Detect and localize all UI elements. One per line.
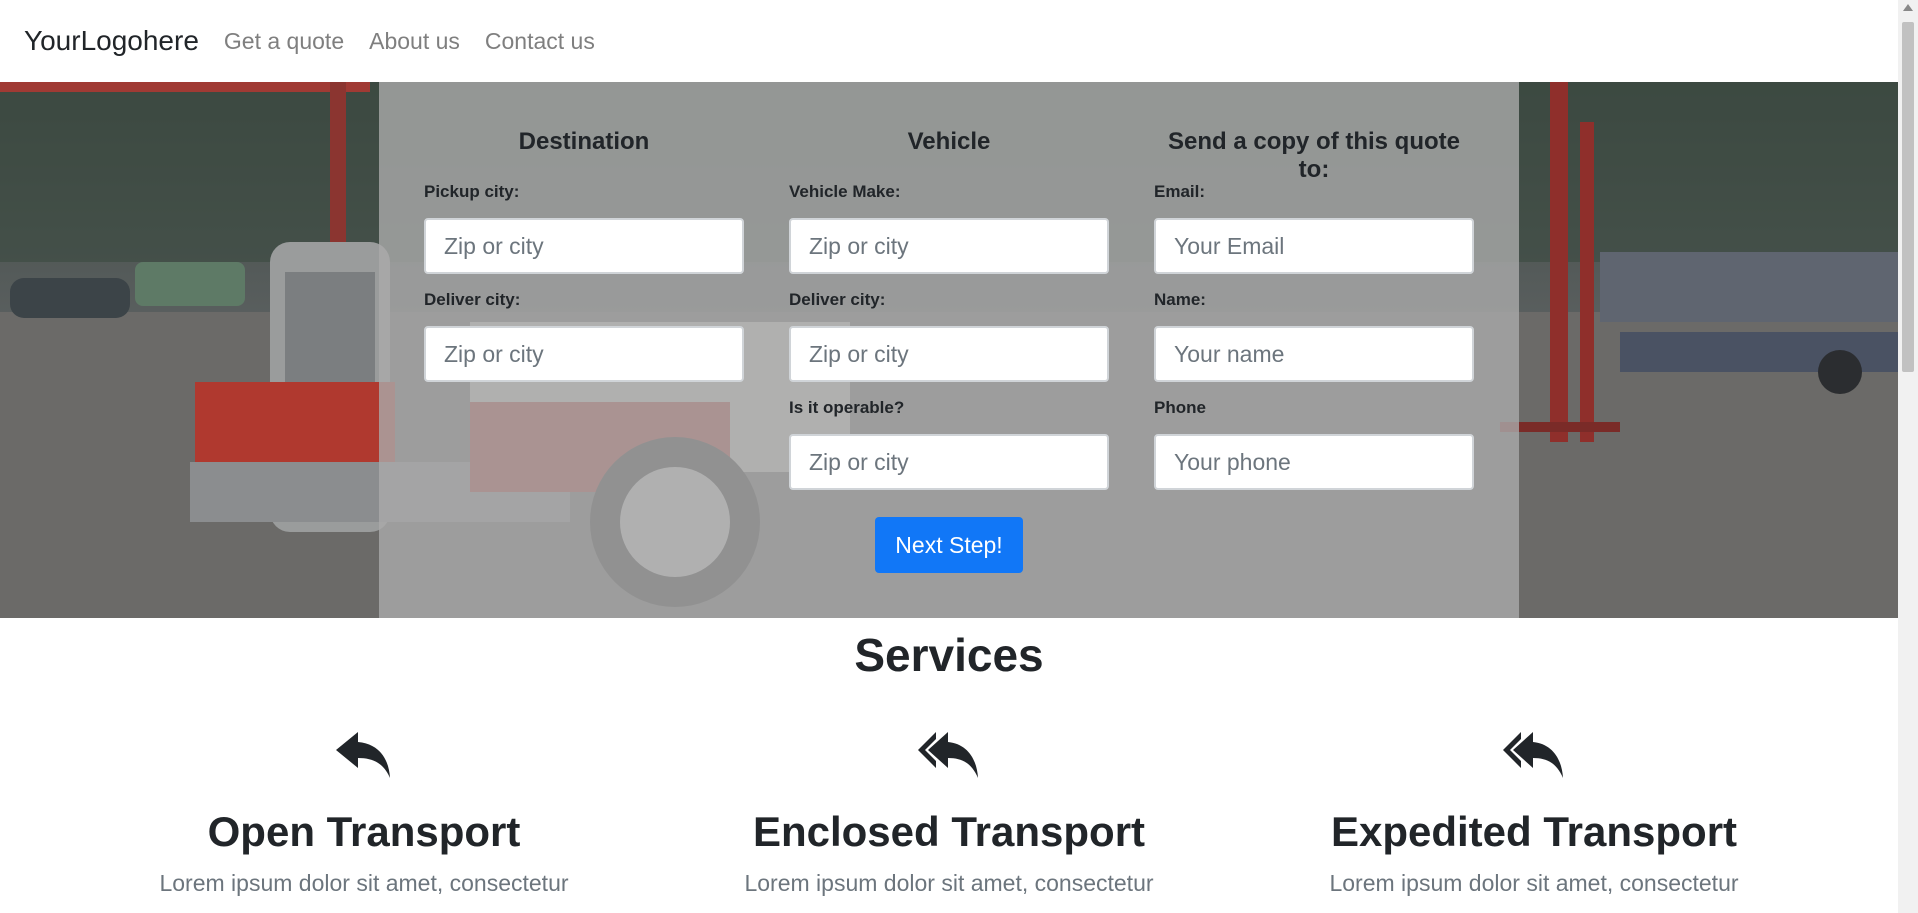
send-copy-heading: Send a copy of this quote to: xyxy=(1167,128,1461,183)
service-title: Enclosed Transport xyxy=(752,808,1146,855)
vehicle-deliver-city-label: Deliver city: xyxy=(789,290,886,309)
nav-link-get-a-quote[interactable]: Get a quote xyxy=(224,28,344,55)
next-step-button[interactable]: Next Step! xyxy=(875,517,1023,573)
nav-links: Get a quote About us Contact us xyxy=(217,28,613,55)
pickup-city-label: Pickup city: xyxy=(424,182,520,201)
name-label: Name: xyxy=(1154,290,1206,309)
scroll-up-arrow-icon[interactable] xyxy=(1903,4,1913,11)
operable-input[interactable] xyxy=(789,434,1109,490)
vehicle-deliver-city-input[interactable] xyxy=(789,326,1109,382)
deliver-city-label: Deliver city: xyxy=(424,290,521,309)
pickup-city-input[interactable] xyxy=(424,218,744,274)
vehicle-heading: Vehicle xyxy=(907,128,991,155)
nav-link-about-us[interactable]: About us xyxy=(369,28,460,55)
scrollbar-thumb[interactable] xyxy=(1902,22,1914,372)
nav-link-contact-us[interactable]: Contact us xyxy=(485,28,595,55)
brand-logo[interactable]: YourLogohere xyxy=(24,25,199,57)
phone-label: Phone xyxy=(1154,398,1206,417)
service-card-enclosed-transport: Enclosed Transport Lorem ipsum dolor sit… xyxy=(657,730,1241,897)
reply-all-icon xyxy=(918,732,978,778)
phone-input[interactable] xyxy=(1154,434,1474,490)
page-scrollbar[interactable] xyxy=(1898,0,1918,913)
navbar: YourLogohere Get a quote About us Contac… xyxy=(0,0,1898,82)
destination-heading: Destination xyxy=(518,128,650,155)
name-input[interactable] xyxy=(1154,326,1474,382)
service-description: Lorem ipsum dolor sit amet, consectetur xyxy=(1329,870,1739,896)
email-input[interactable] xyxy=(1154,218,1474,274)
operable-label: Is it operable? xyxy=(789,398,905,417)
service-description: Lorem ipsum dolor sit amet, consectetur xyxy=(744,870,1154,896)
deliver-city-input[interactable] xyxy=(424,326,744,382)
reply-all-icon xyxy=(1503,732,1563,778)
service-description: Lorem ipsum dolor sit amet, consectetur xyxy=(159,870,569,896)
service-title: Expedited Transport xyxy=(1330,808,1738,855)
services-title: Services xyxy=(854,629,1044,681)
reply-icon xyxy=(336,732,390,778)
vehicle-make-label: Vehicle Make: xyxy=(789,182,901,201)
service-card-open-transport: Open Transport Lorem ipsum dolor sit ame… xyxy=(72,730,656,897)
service-title: Open Transport xyxy=(207,808,521,855)
email-label: Email: xyxy=(1154,182,1206,201)
vehicle-make-input[interactable] xyxy=(789,218,1109,274)
service-card-expedited-transport: Expedited Transport Lorem ipsum dolor si… xyxy=(1242,730,1826,897)
